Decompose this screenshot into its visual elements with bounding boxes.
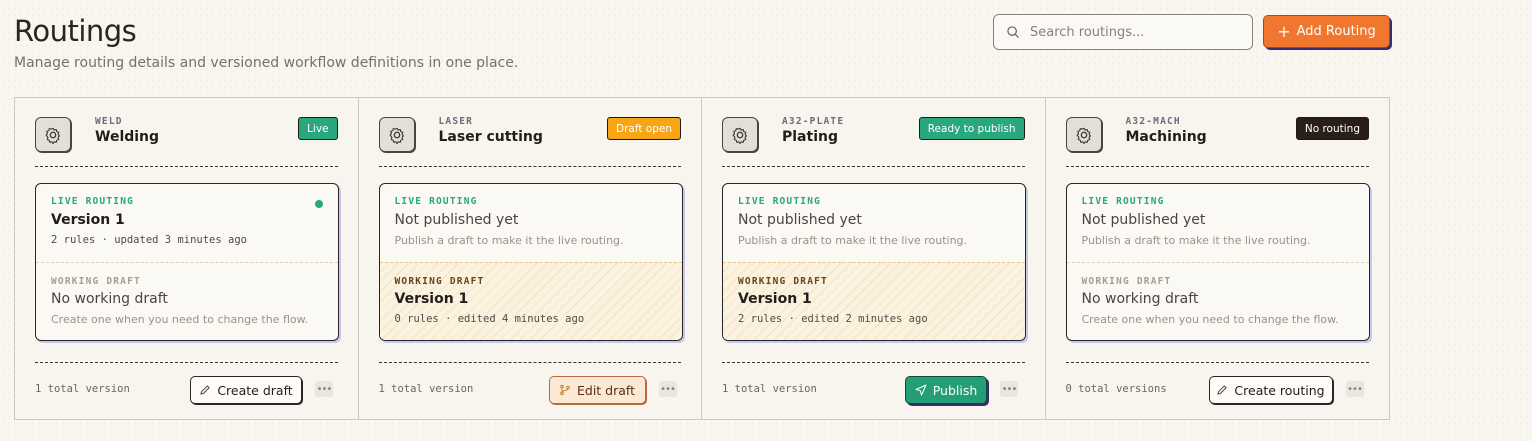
routing-grid: WELD Welding Live LIVE ROUTING Version 1…	[14, 97, 1390, 420]
more-options-button[interactable]: •••	[1000, 381, 1018, 397]
live-routing-title: Not published yet	[738, 212, 862, 228]
working-draft-section: WORKING DRAFT Version 1 2 rules · edited…	[723, 262, 1025, 340]
working-draft-title: Version 1	[394, 291, 469, 307]
working-draft-label: WORKING DRAFT	[1081, 276, 1172, 287]
live-routing-label: LIVE ROUTING	[1081, 196, 1165, 207]
publish-label: Publish	[932, 382, 978, 398]
create-draft-label: Create draft	[217, 382, 293, 398]
live-routing-section: LIVE ROUTING Not published yet Publish a…	[380, 184, 682, 262]
create-draft-button[interactable]: Create draft	[190, 376, 302, 404]
working-draft-meta: 2 rules · edited 2 minutes ago	[738, 313, 928, 325]
working-draft-title: No working draft	[1081, 291, 1199, 307]
plus-icon: +	[1277, 21, 1291, 41]
live-routing-title: Not published yet	[1081, 212, 1206, 228]
gear-icon	[35, 117, 71, 152]
edit-draft-button[interactable]: Edit draft	[548, 376, 646, 404]
working-draft-label: WORKING DRAFT	[394, 276, 485, 287]
working-draft-label: WORKING DRAFT	[738, 276, 828, 287]
live-routing-title: Not published yet	[394, 212, 519, 228]
divider	[722, 166, 1025, 167]
branch-icon	[560, 384, 570, 396]
routing-code: WELD	[95, 116, 123, 127]
routing-versions-panel: LIVE ROUTING Version 1 2 rules · updated…	[35, 183, 339, 341]
live-routing-meta: Publish a draft to make it the live rout…	[394, 234, 624, 247]
divider	[1065, 166, 1369, 167]
routing-name: Plating	[782, 129, 838, 145]
routing-versions-panel: LIVE ROUTING Not published yet Publish a…	[1065, 183, 1370, 341]
working-draft-label: WORKING DRAFT	[51, 276, 141, 287]
search-icon	[1007, 26, 1019, 38]
routing-versions-panel: LIVE ROUTING Not published yet Publish a…	[378, 183, 683, 341]
routing-code: LASER	[438, 116, 474, 127]
live-routing-section: LIVE ROUTING Not published yet Publish a…	[723, 184, 1025, 262]
gear-icon	[378, 117, 415, 152]
version-count: 1 total version	[722, 383, 817, 395]
page-subtitle: Manage routing details and versioned wor…	[14, 55, 519, 71]
divider	[35, 362, 338, 363]
working-draft-meta: Create one when you need to change the f…	[51, 313, 309, 326]
more-options-button[interactable]: •••	[658, 381, 677, 397]
more-options-button[interactable]: •••	[1345, 381, 1364, 397]
routing-name: Welding	[95, 129, 160, 145]
live-routing-meta: Publish a draft to make it the live rout…	[1081, 234, 1311, 247]
page-title: Routings	[14, 14, 137, 48]
routing-code: A32-MACH	[1125, 116, 1181, 127]
live-routing-section: LIVE ROUTING Not published yet Publish a…	[1067, 184, 1369, 262]
status-badge: Ready to publish	[918, 117, 1025, 140]
search-input[interactable]	[1030, 24, 1240, 40]
live-routing-meta: Publish a draft to make it the live rout…	[738, 234, 968, 247]
divider	[378, 362, 681, 363]
live-routing-label: LIVE ROUTING	[738, 196, 822, 207]
create-routing-button[interactable]: Create routing	[1208, 376, 1333, 404]
more-options-button[interactable]: •••	[315, 381, 333, 397]
publish-button[interactable]: Publish	[905, 376, 987, 404]
add-routing-label: Add Routing	[1296, 24, 1376, 39]
version-count: 1 total version	[378, 383, 474, 395]
working-draft-title: Version 1	[738, 291, 812, 307]
working-draft-section: WORKING DRAFT No working draft Create on…	[1066, 262, 1369, 340]
status-badge: No routing	[1295, 117, 1369, 140]
routing-name: Laser cutting	[438, 129, 543, 145]
live-routing-section: LIVE ROUTING Version 1 2 rules · updated…	[36, 184, 338, 262]
version-count: 0 total versions	[1065, 383, 1167, 395]
working-draft-section: WORKING DRAFT Version 1 0 rules · edited…	[379, 262, 682, 340]
divider	[378, 166, 681, 167]
status-badge: Live	[298, 117, 338, 140]
gear-icon	[722, 117, 758, 152]
gear-icon	[1065, 117, 1102, 152]
edit-draft-label: Edit draft	[577, 382, 635, 398]
live-routing-label: LIVE ROUTING	[51, 196, 135, 207]
routing-versions-panel: LIVE ROUTING Not published yet Publish a…	[722, 183, 1026, 341]
routing-card-laser[interactable]: LASER Laser cutting Draft open LIVE ROUT…	[359, 98, 702, 419]
search-box[interactable]	[993, 14, 1253, 50]
routing-card-plating[interactable]: A32-PLATE Plating Ready to publish LIVE …	[702, 98, 1046, 419]
create-routing-label: Create routing	[1234, 382, 1325, 398]
live-routing-title: Version 1	[51, 212, 125, 228]
routing-card-weld[interactable]: WELD Welding Live LIVE ROUTING Version 1…	[15, 98, 359, 419]
pencil-icon	[200, 385, 211, 395]
status-badge: Draft open	[606, 117, 681, 140]
routing-code: A32-PLATE	[782, 116, 845, 127]
working-draft-meta: 0 rules · edited 4 minutes ago	[394, 313, 585, 325]
divider	[722, 362, 1025, 363]
routing-name: Machining	[1125, 129, 1207, 145]
version-count: 1 total version	[35, 383, 130, 395]
divider	[1065, 362, 1369, 363]
add-routing-button[interactable]: + Add Routing	[1263, 15, 1390, 48]
working-draft-section: WORKING DRAFT No working draft Create on…	[36, 262, 338, 340]
pencil-icon	[1217, 385, 1228, 395]
working-draft-title: No working draft	[51, 291, 168, 307]
live-indicator-icon	[315, 200, 323, 208]
routing-card-machining[interactable]: A32-MACH Machining No routing LIVE ROUTI…	[1046, 98, 1390, 419]
working-draft-meta: Create one when you need to change the f…	[1081, 313, 1339, 326]
live-routing-label: LIVE ROUTING	[394, 196, 478, 207]
live-routing-meta: 2 rules · updated 3 minutes ago	[51, 234, 247, 246]
divider	[35, 166, 338, 167]
send-icon	[915, 384, 927, 396]
